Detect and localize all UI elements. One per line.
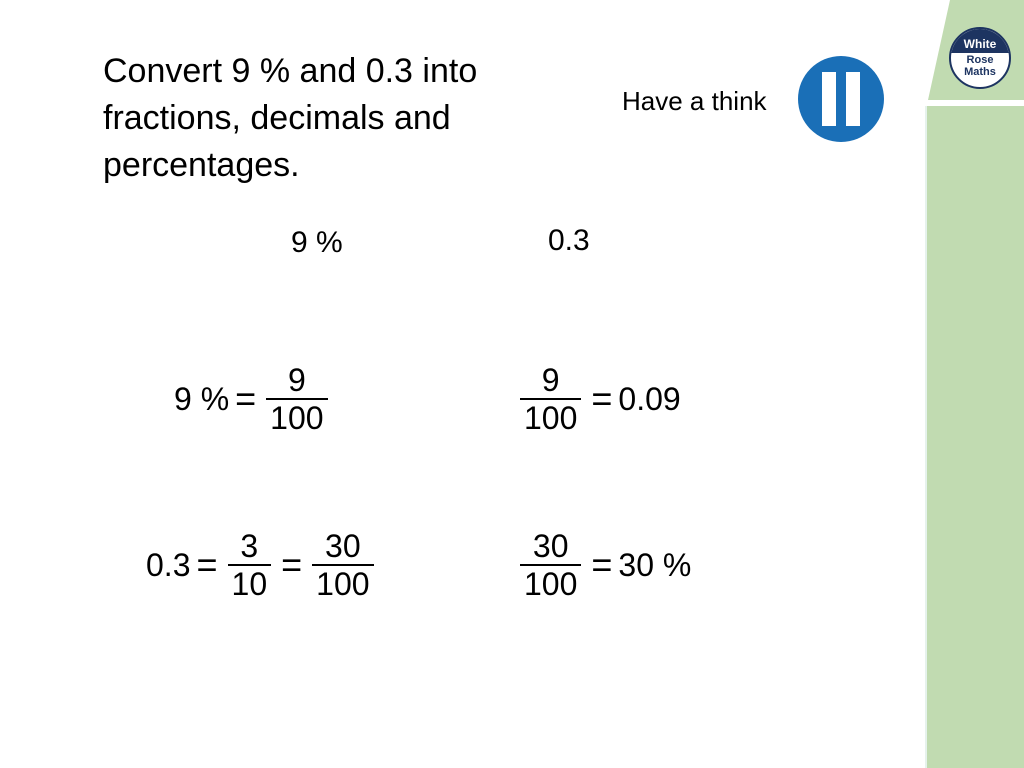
denominator: 100 (520, 398, 582, 436)
equation-fraction-to-decimal: 9 100 = 0.09 (516, 362, 681, 436)
denominator: 100 (266, 398, 328, 436)
numerator: 9 (541, 362, 560, 398)
title-line-2: fractions, decimals and (103, 99, 451, 137)
fraction: 9 100 (266, 362, 328, 436)
numerator: 30 (532, 528, 569, 564)
title-line-3: percentages. (103, 146, 300, 184)
equals-sign: = (591, 378, 613, 419)
eq3-lhs: 0.3 (146, 546, 191, 583)
equals-sign: = (591, 544, 613, 585)
denominator: 100 (520, 564, 582, 602)
white-rose-maths-logo: White Rose Maths (949, 27, 1011, 89)
label-zero-point-three: 0.3 (548, 224, 590, 257)
fraction: 9 100 (520, 362, 582, 436)
equation-percent-to-fraction: 9 % = 9 100 (174, 362, 332, 436)
logo-line-3: Maths (964, 66, 996, 78)
denominator: 10 (227, 564, 272, 602)
eq4-rhs: 30 % (618, 546, 692, 583)
eq2-rhs: 0.09 (618, 380, 681, 417)
numerator: 9 (287, 362, 306, 398)
eq1-lhs: 9 % (174, 380, 230, 417)
pause-bar-left (822, 72, 836, 126)
label-nine-percent: 9 % (291, 226, 343, 259)
logo-line-2: Rose (966, 54, 994, 66)
equals-sign: = (281, 544, 303, 585)
equals-sign: = (196, 544, 218, 585)
equation-decimal-to-fraction: 0.3 = 3 10 = 30 100 (146, 528, 378, 602)
have-a-think-label: Have a think (622, 86, 767, 116)
fraction: 30 100 (312, 528, 374, 602)
fraction: 30 100 (520, 528, 582, 602)
pause-bar-right (846, 72, 860, 126)
sidebar-band (927, 106, 1024, 768)
logo-line-1: White (951, 29, 1009, 53)
title-line-1: Convert 9 % and 0.3 into (103, 52, 478, 90)
fraction: 3 10 (227, 528, 272, 602)
pause-icon (798, 56, 884, 142)
equals-sign: = (235, 378, 257, 419)
denominator: 100 (312, 564, 374, 602)
numerator: 30 (325, 528, 361, 564)
numerator: 3 (240, 528, 259, 564)
slide-title: Convert 9 % and 0.3 into fractions, deci… (103, 48, 523, 189)
equation-fraction-to-percent: 30 100 = 30 % (516, 528, 691, 602)
